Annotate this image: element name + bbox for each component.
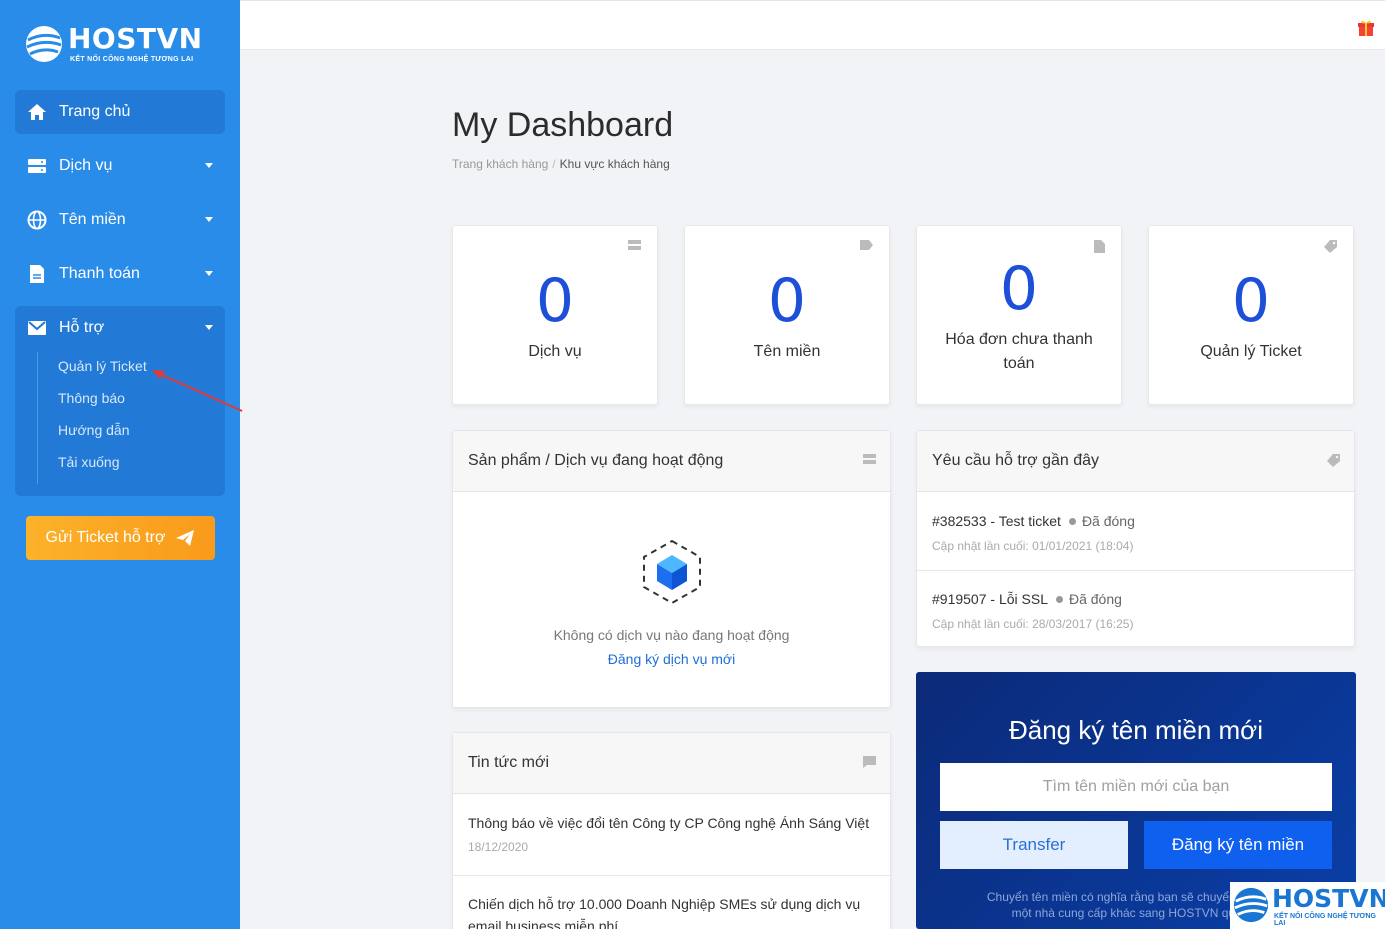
sidebar-item-support[interactable]: Hỗ trợ <box>15 306 225 350</box>
submenu-item-manage-ticket[interactable]: Quản lý Ticket <box>58 358 147 374</box>
page-title: My Dashboard <box>452 106 674 144</box>
stat-value: 0 <box>535 266 575 336</box>
watermark-logo: HOSTVN KẾT NỐI CÔNG NGHỆ TƯƠNG LAI <box>1230 882 1385 929</box>
panel-title: Tin tức mới <box>468 754 550 771</box>
server-icon <box>863 454 876 464</box>
open-ticket-button[interactable]: Gửi Ticket hỗ trợ <box>26 516 215 560</box>
domain-search-input[interactable] <box>940 763 1332 811</box>
ticket-subject: #382533 - Test ticket <box>932 513 1061 529</box>
sidebar-item-label: Dịch vụ <box>59 157 113 174</box>
active-services-panel: Sản phẩm / Dịch vụ đang hoạt động Không … <box>452 430 891 708</box>
annotation-arrow <box>152 370 243 412</box>
status-dot <box>1068 518 1076 526</box>
sidebar: HOSTVN KẾT NỐI CÔNG NGHỆ TƯƠNG LAI Trang… <box>0 0 240 929</box>
sidebar-item-services[interactable]: Dịch vụ <box>15 144 225 188</box>
stat-label: Hóa đơn chưa thanh toán <box>945 331 1093 372</box>
sidebar-item-label: Tên miền <box>59 211 126 228</box>
ticket-subject: #919507 - Lỗi SSL <box>932 591 1048 607</box>
sidebar-item-home[interactable]: Trang chủ <box>15 90 225 134</box>
watermark-brand: HOSTVN <box>1272 884 1385 913</box>
stat-label: Tên miền <box>753 343 821 360</box>
ticket-updated: Cập nhật lần cuối: 28/03/2017 (16:25) <box>932 617 1134 631</box>
document-icon <box>1094 240 1105 253</box>
sidebar-item-domains[interactable]: Tên miền <box>15 198 225 242</box>
breadcrumb: Trang khách hàng / Khu vực khách hàng <box>452 157 670 171</box>
stat-tile-unpaid-invoices[interactable]: 0 Hóa đơn chưa thanh toán <box>916 225 1122 405</box>
panel-title: Sản phẩm / Dịch vụ đang hoạt động <box>468 452 724 469</box>
stat-label: Dịch vụ <box>528 343 582 360</box>
empty-box-icon <box>643 539 701 605</box>
order-new-service-link[interactable]: Đăng ký dịch vụ mới <box>453 651 890 667</box>
ticket-icon <box>1324 240 1337 253</box>
ticket-status: Đã đóng <box>1068 591 1122 607</box>
chevron-down-icon <box>205 217 213 222</box>
chevron-down-icon <box>205 271 213 276</box>
home-icon <box>26 101 48 123</box>
stat-value: 0 <box>767 266 807 336</box>
stat-value: 0 <box>999 254 1039 324</box>
status-dot <box>1055 596 1063 604</box>
stat-tile-tickets[interactable]: 0 Quản lý Ticket <box>1148 225 1354 405</box>
invoice-icon <box>26 263 48 285</box>
news-date: 18/12/2020 <box>468 840 529 854</box>
chevron-down-icon <box>205 163 213 168</box>
breadcrumb-separator: / <box>552 157 556 171</box>
ticket-title: #382533 - Test ticket Đã đóng <box>932 513 1135 529</box>
ticket-title: #919507 - Lỗi SSL Đã đóng <box>932 591 1122 607</box>
news-title: Thông báo về việc đổi tên Công ty CP Côn… <box>468 815 870 831</box>
brand-tagline: KẾT NỐI CÔNG NGHỆ TƯƠNG LAI <box>70 56 194 63</box>
watermark-tagline: KẾT NỐI CÔNG NGHỆ TƯƠNG LAI <box>1274 913 1377 927</box>
ticket-row[interactable]: #382533 - Test ticket Đã đóng Cập nhật lầ… <box>917 493 1354 571</box>
ticket-icon <box>1327 454 1340 467</box>
transfer-button[interactable]: Transfer <box>940 821 1128 869</box>
ticket-status: Đã đóng <box>1081 513 1135 529</box>
breadcrumb-current: Khu vực khách hàng <box>559 157 670 171</box>
sidebar-item-label: Hỗ trợ <box>59 319 105 336</box>
brand-name: HOSTVN <box>68 22 203 55</box>
ticket-updated: Cập nhật lần cuối: 01/01/2021 (18:04) <box>932 539 1134 553</box>
news-item[interactable]: Thông báo về việc đổi tên Công ty CP Côn… <box>453 795 890 876</box>
submenu-item-announcements[interactable]: Thông báo <box>58 390 125 406</box>
panel-header: Yêu cầu hỗ trợ gần đây <box>917 431 1354 492</box>
paper-plane-icon <box>176 530 195 546</box>
logo-globe-icon <box>26 26 62 62</box>
stat-label: Quản lý Ticket <box>1200 343 1302 360</box>
tag-icon <box>860 240 873 250</box>
envelope-icon <box>26 317 48 339</box>
stat-tile-services[interactable]: 0 Dịch vụ <box>452 225 658 405</box>
chevron-down-icon <box>205 325 213 330</box>
server-icon <box>628 240 641 250</box>
empty-state-text: Không có dịch vụ nào đang hoạt động <box>553 627 790 643</box>
comment-icon <box>863 756 876 768</box>
brand-logo[interactable]: HOSTVN KẾT NỐI CÔNG NGHỆ TƯƠNG LAI <box>22 22 212 70</box>
panel-title: Yêu cầu hỗ trợ gần đây <box>932 452 1100 469</box>
top-bar <box>240 0 1385 50</box>
sidebar-item-label: Trang chủ <box>59 103 131 120</box>
sidebar-item-billing[interactable]: Thanh toán <box>15 252 225 296</box>
ticket-row[interactable]: #919507 - Lỗi SSL Đã đóng Cập nhật lần cu… <box>917 571 1354 649</box>
register-domain-button[interactable]: Đăng ký tên miền <box>1144 821 1332 869</box>
open-ticket-label: Gửi Ticket hỗ trợ <box>45 529 166 546</box>
breadcrumb-link[interactable]: Trang khách hàng <box>452 157 548 171</box>
stat-value: 0 <box>1231 266 1271 336</box>
panel-header: Tin tức mới <box>453 733 890 794</box>
submenu-divider <box>37 352 38 484</box>
submenu-item-downloads[interactable]: Tải xuống <box>58 454 119 470</box>
submenu-item-knowledgebase[interactable]: Hướng dẫn <box>58 422 129 438</box>
panel-header: Sản phẩm / Dịch vụ đang hoạt động <box>453 431 890 492</box>
logo-globe-icon <box>1233 887 1269 923</box>
news-item[interactable]: Chiến dịch hỗ trợ 10.000 Doanh Nghiệp SM… <box>453 876 890 929</box>
gift-icon[interactable] <box>1357 19 1375 37</box>
news-panel: Tin tức mới Thông báo về việc đổi tên Cô… <box>452 732 891 929</box>
globe-icon <box>26 209 48 231</box>
recent-tickets-panel: Yêu cầu hỗ trợ gần đây #382533 - Test ti… <box>916 430 1355 647</box>
news-title: Chiến dịch hỗ trợ 10.000 Doanh Nghiệp SM… <box>468 896 861 929</box>
domain-box-title: Đăng ký tên miền mới <box>1008 715 1264 745</box>
sidebar-item-label: Thanh toán <box>59 265 140 282</box>
server-icon <box>26 155 48 177</box>
stat-tile-domains[interactable]: 0 Tên miền <box>684 225 890 405</box>
